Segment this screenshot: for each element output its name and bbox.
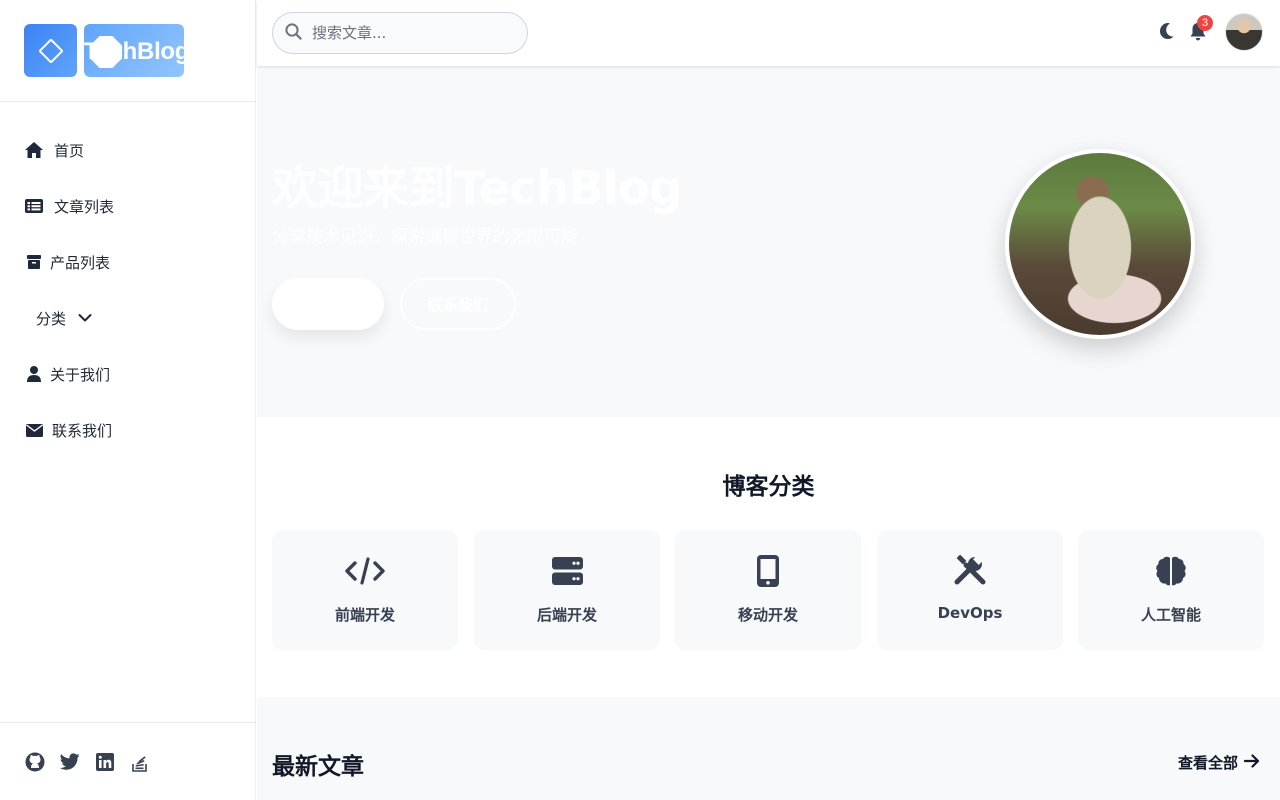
category-card-devops[interactable]: DevOps: [877, 530, 1063, 650]
logo-blob-icon: [90, 36, 122, 68]
view-all-link[interactable]: 查看全部: [1178, 752, 1260, 773]
category-label: 后端开发: [536, 606, 597, 624]
moon-icon[interactable]: [1157, 22, 1177, 42]
main-content: 欢迎来到TechBlog 分享技术见识，探索编程世界的无限可能 浏览文章 联系我…: [257, 66, 1280, 800]
sidebar-item-label: 关于我们: [50, 365, 111, 384]
envelope-icon: [24, 420, 44, 440]
search-input[interactable]: [312, 24, 512, 42]
categories-title: 博客分类: [722, 474, 815, 500]
hero-subtitle: 分享技术见识，探索编程世界的无限可能: [272, 227, 578, 247]
category-card-backend[interactable]: 后端开发: [474, 530, 660, 650]
logo-area: TechBlog: [0, 0, 255, 102]
sidebar-item-label: 文章列表: [54, 197, 115, 216]
brain-icon: [1078, 554, 1264, 588]
sidebar-item-label: 首页: [54, 141, 85, 160]
sidebar-item-about[interactable]: 关于我们: [0, 346, 256, 402]
sidebar-nav: 首页 文章列表 产品列表 分类 关于我们 联系我们: [0, 122, 256, 458]
home-icon: [24, 140, 44, 160]
categories-section: 博客分类 前端开发 后端开发 移动开发 DevOps 人工智能: [257, 417, 1280, 697]
sidebar-item-categories[interactable]: 分类: [0, 290, 256, 346]
category-card-mobile[interactable]: 移动开发: [675, 530, 861, 650]
sidebar-item-home[interactable]: 首页: [0, 122, 256, 178]
latest-articles-section: 最新文章 查看全部: [257, 697, 1280, 800]
top-bar: 3: [257, 0, 1280, 66]
user-icon: [24, 364, 44, 384]
search-box[interactable]: [272, 12, 528, 54]
sidebar-item-label: 联系我们: [52, 421, 113, 440]
server-icon: [474, 554, 660, 588]
contact-us-button[interactable]: 联系我们: [400, 278, 516, 330]
sidebar-item-label: 分类: [36, 309, 67, 328]
hero-section: 欢迎来到TechBlog 分享技术见识，探索编程世界的无限可能 浏览文章 联系我…: [257, 66, 1280, 417]
sidebar: TechBlog 首页 文章列表 产品列表 分类 关于我们 联系我们: [0, 0, 256, 800]
twitter-icon[interactable]: [59, 751, 80, 772]
category-label: 前端开发: [334, 606, 395, 624]
chevron-down-icon: [78, 313, 92, 323]
latest-title: 最新文章: [272, 754, 364, 780]
hero-title: 欢迎来到TechBlog: [272, 161, 682, 215]
search-icon: [285, 22, 302, 44]
box-icon: [24, 252, 44, 272]
sidebar-item-products[interactable]: 产品列表: [0, 234, 256, 290]
category-label: 人工智能: [1140, 606, 1201, 624]
view-all-label: 查看全部: [1178, 754, 1239, 772]
linkedin-icon[interactable]: [94, 751, 115, 772]
github-icon[interactable]: [24, 751, 45, 772]
mobile-icon: [675, 554, 861, 588]
category-card-ai[interactable]: 人工智能: [1078, 530, 1264, 650]
code-icon: [272, 554, 458, 588]
hero-image: [1005, 149, 1195, 339]
stack-overflow-icon[interactable]: [129, 751, 150, 772]
arrow-right-icon: [1243, 753, 1260, 772]
category-label: 移动开发: [737, 606, 798, 624]
logo-icon[interactable]: [24, 24, 77, 77]
list-icon: [24, 196, 44, 216]
social-links: [0, 722, 256, 800]
category-card-frontend[interactable]: 前端开发: [272, 530, 458, 650]
tools-icon: [877, 554, 1063, 588]
browse-articles-button[interactable]: 浏览文章: [272, 278, 384, 330]
logo-wordmark[interactable]: TechBlog: [84, 24, 184, 77]
sidebar-item-articles[interactable]: 文章列表: [0, 178, 256, 234]
sidebar-item-label: 产品列表: [50, 253, 111, 272]
notification-badge: 3: [1197, 15, 1213, 31]
sidebar-item-contact[interactable]: 联系我们: [0, 402, 256, 458]
avatar[interactable]: [1225, 13, 1263, 51]
category-label: DevOps: [937, 604, 1003, 622]
